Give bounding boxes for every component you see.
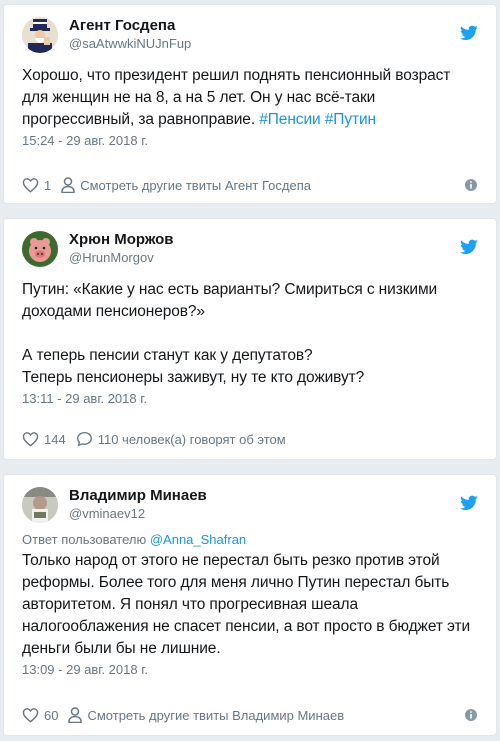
tweet-header: Агент Госдепа @saAtwwkiNUJnFup [19, 5, 481, 65]
tweet-timestamp[interactable]: 13:09 - 29 авг. 2018 г. [22, 661, 481, 679]
display-name[interactable]: Владимир Минаев [69, 487, 207, 505]
more-tweets-link[interactable]: Смотреть другие твиты Агент Госдепа [61, 177, 311, 193]
twitter-bird-icon[interactable] [460, 25, 478, 41]
user-handle[interactable]: @HrunMorgov [69, 249, 173, 267]
conversation-label: 110 человек(а) говорят об этом [97, 431, 286, 447]
like-count: 1 [44, 177, 52, 193]
user-handle[interactable]: @saAtwwkiNUJnFup [69, 35, 191, 53]
tweet-actions: 1 Смотреть другие твиты Агент Госдепа [22, 175, 478, 195]
heart-icon [22, 178, 39, 193]
hashtag-link[interactable]: #Путин [325, 111, 376, 128]
tweet-header: Хрюн Моржов @HrunMorgov [19, 219, 481, 279]
avatar[interactable] [22, 231, 58, 267]
tweet-text: Путин: «Какие у нас есть варианты? Смири… [22, 281, 438, 386]
display-name[interactable]: Хрюн Моржов [69, 231, 173, 249]
conversation-link[interactable]: 110 человек(а) говорят об этом [76, 431, 286, 447]
tweet-timestamp[interactable]: 15:24 - 29 авг. 2018 г. [22, 132, 481, 150]
heart-icon [22, 432, 39, 447]
like-button[interactable]: 60 [22, 707, 58, 723]
tweet-text: Только народ от этого не перестал быть р… [22, 552, 471, 657]
display-name[interactable]: Агент Госдепа [69, 17, 191, 35]
avatar[interactable] [22, 487, 58, 523]
more-tweets-link[interactable]: Смотреть другие твиты Владимир Минаев [68, 707, 344, 723]
tweet-actions: 144 110 человек(а) говорят об этом [22, 429, 478, 449]
tweet-timestamp[interactable]: 13:11 - 29 авг. 2018 г. [22, 390, 481, 408]
info-icon[interactable] [464, 178, 478, 192]
info-icon[interactable] [464, 708, 478, 722]
like-count: 144 [44, 431, 66, 447]
tweet-actions: 60 Смотреть другие твиты Владимир Минаев [22, 705, 478, 725]
comment-icon [76, 431, 92, 447]
tweet-card-2[interactable]: Хрюн Моржов @HrunMorgov Путин: «Какие у … [3, 218, 497, 460]
like-count: 60 [44, 707, 59, 723]
like-button[interactable]: 1 [22, 177, 51, 193]
person-icon [68, 707, 83, 723]
tweet-card-1[interactable]: Агент Госдепа @saAtwwkiNUJnFup Хорошо, ч… [3, 4, 497, 204]
like-button[interactable]: 144 [22, 431, 66, 447]
heart-icon [22, 708, 39, 723]
twitter-bird-icon[interactable] [460, 239, 478, 255]
tweet-header: Владимир Минаев @vminaev12 [19, 475, 481, 535]
twitter-bird-icon[interactable] [460, 495, 478, 511]
hashtag-link[interactable]: #Пенсии [259, 111, 320, 128]
person-icon [61, 177, 75, 193]
tweet-card-3[interactable]: Владимир Минаев @vminaev12 Ответ пользов… [3, 474, 497, 736]
user-handle[interactable]: @vminaev12 [69, 505, 207, 523]
avatar[interactable] [22, 17, 58, 53]
more-tweets-label: Смотреть другие твиты Владимир Минаев [87, 707, 345, 723]
tweet-text: Хорошо, что президент решил поднять пенс… [22, 67, 451, 128]
more-tweets-label: Смотреть другие твиты Агент Госдепа [80, 177, 311, 193]
